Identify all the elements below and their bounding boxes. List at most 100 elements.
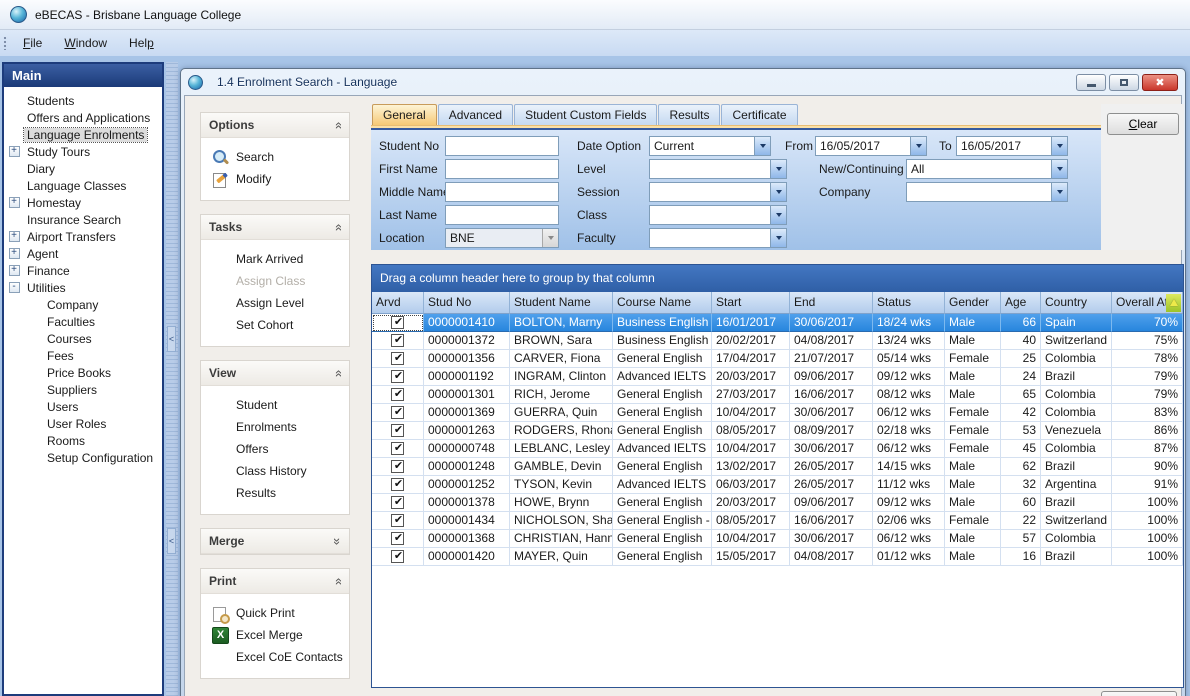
faculty-combo[interactable] xyxy=(649,228,787,248)
table-row[interactable]: 0000001356CARVER, FionaGeneral English17… xyxy=(372,350,1183,368)
menu-help[interactable]: Help xyxy=(118,33,165,53)
sidebar-item-price-books[interactable]: Price Books xyxy=(4,364,162,381)
arrived-checkbox[interactable] xyxy=(391,334,404,347)
table-row[interactable]: 0000001192INGRAM, ClintonAdvanced IELTS2… xyxy=(372,368,1183,386)
maximize-button[interactable] xyxy=(1109,74,1139,91)
sort-ascending-icon[interactable] xyxy=(1166,294,1181,312)
sidebar-item-setup-configuration[interactable]: Setup Configuration xyxy=(4,449,162,466)
nav-group-header-options[interactable]: Options» xyxy=(201,113,349,138)
expand-plus-icon[interactable]: + xyxy=(4,146,24,157)
collapse-minus-icon[interactable]: - xyxy=(4,282,24,293)
arrived-checkbox[interactable] xyxy=(391,424,404,437)
level-combo[interactable] xyxy=(649,159,787,179)
chevron-up-icon[interactable]: » xyxy=(330,121,345,128)
arrived-checkbox[interactable] xyxy=(391,460,404,473)
column-header-end[interactable]: End xyxy=(790,292,873,314)
table-row[interactable]: 0000001252TYSON, KevinAdvanced IELTS06/0… xyxy=(372,476,1183,494)
sidebar-item-offers-and-applications[interactable]: Offers and Applications xyxy=(4,109,162,126)
table-row[interactable]: 0000001420MAYER, QuinGeneral English15/0… xyxy=(372,548,1183,566)
nav-item-excel-merge[interactable]: Excel Merge xyxy=(201,624,349,646)
arrived-checkbox[interactable] xyxy=(391,316,404,329)
group-by-bar[interactable]: Drag a column header here to group by th… xyxy=(372,265,1183,292)
from-date-combo[interactable]: 16/05/2017 xyxy=(815,136,927,156)
expand-plus-icon[interactable]: + xyxy=(4,197,24,208)
sidebar-item-study-tours[interactable]: +Study Tours xyxy=(4,143,162,160)
dropdown-arrow-icon[interactable] xyxy=(1051,183,1067,201)
arrived-checkbox[interactable] xyxy=(391,352,404,365)
sidebar-item-homestay[interactable]: +Homestay xyxy=(4,194,162,211)
table-row[interactable]: 0000001378HOWE, BrynnGeneral English20/0… xyxy=(372,494,1183,512)
dropdown-arrow-icon[interactable] xyxy=(910,137,926,155)
sidebar-item-students[interactable]: Students xyxy=(4,92,162,109)
middle-name-input[interactable] xyxy=(445,182,559,202)
chevron-down-icon[interactable]: » xyxy=(330,537,345,544)
student-no-input[interactable] xyxy=(445,136,559,156)
table-row[interactable]: 0000001410BOLTON, MarnyBusiness English … xyxy=(372,314,1183,332)
column-header-start[interactable]: Start xyxy=(712,292,790,314)
nav-group-header-print[interactable]: Print» xyxy=(201,569,349,594)
dropdown-arrow-icon[interactable] xyxy=(770,160,786,178)
expand-plus-icon[interactable]: + xyxy=(4,248,24,259)
last-name-input[interactable] xyxy=(445,205,559,225)
date-option-combo[interactable]: Current xyxy=(649,136,771,156)
sidebar-item-diary[interactable]: Diary xyxy=(4,160,162,177)
chevron-up-icon[interactable]: » xyxy=(330,223,345,230)
column-header-student-name[interactable]: Student Name xyxy=(510,292,613,314)
arrived-checkbox[interactable] xyxy=(391,550,404,563)
sidebar-item-users[interactable]: Users xyxy=(4,398,162,415)
arrived-checkbox[interactable] xyxy=(391,532,404,545)
dropdown-arrow-icon[interactable] xyxy=(770,229,786,247)
table-row[interactable]: 0000001372BROWN, SaraBusiness English PT… xyxy=(372,332,1183,350)
nav-item-offers[interactable]: Offers xyxy=(201,438,349,460)
nav-item-mark-arrived[interactable]: Mark Arrived xyxy=(201,248,349,270)
table-row[interactable]: 0000001301RICH, JeromeGeneral English27/… xyxy=(372,386,1183,404)
nav-item-enrolments[interactable]: Enrolments xyxy=(201,416,349,438)
sidebar-item-language-classes[interactable]: Language Classes xyxy=(4,177,162,194)
column-header-gender[interactable]: Gender xyxy=(945,292,1001,314)
nav-item-search[interactable]: Search xyxy=(201,146,349,168)
window-titlebar[interactable]: 1.4 Enrolment Search - Language ✖ xyxy=(181,69,1185,95)
nav-group-header-tasks[interactable]: Tasks» xyxy=(201,215,349,240)
sidebar-item-finance[interactable]: +Finance xyxy=(4,262,162,279)
sidebar-item-suppliers[interactable]: Suppliers xyxy=(4,381,162,398)
arrived-checkbox[interactable] xyxy=(391,388,404,401)
dropdown-arrow-icon[interactable] xyxy=(1051,137,1067,155)
tab-certificate[interactable]: Certificate xyxy=(721,104,797,125)
nav-item-excel-coe-contacts[interactable]: Excel CoE Contacts xyxy=(201,646,349,668)
arrived-checkbox[interactable] xyxy=(391,496,404,509)
nav-item-student[interactable]: Student xyxy=(201,394,349,416)
sidebar-item-faculties[interactable]: Faculties xyxy=(4,313,162,330)
nav-item-assign-level[interactable]: Assign Level xyxy=(201,292,349,314)
arrived-checkbox[interactable] xyxy=(391,478,404,491)
expand-plus-icon[interactable]: + xyxy=(4,265,24,276)
sidebar-item-courses[interactable]: Courses xyxy=(4,330,162,347)
column-header-stud-no[interactable]: Stud No xyxy=(424,292,510,314)
dropdown-arrow-icon[interactable] xyxy=(754,137,770,155)
nav-item-class-history[interactable]: Class History xyxy=(201,460,349,482)
column-header-course-name[interactable]: Course Name xyxy=(613,292,712,314)
close-button[interactable]: ✖ xyxy=(1142,74,1178,91)
nav-group-header-view[interactable]: View» xyxy=(201,361,349,386)
tab-advanced[interactable]: Advanced xyxy=(438,104,513,125)
column-header-arvd[interactable]: Arvd xyxy=(372,292,424,314)
footer-clear-button[interactable]: Clear xyxy=(1101,691,1177,696)
dropdown-arrow-icon[interactable] xyxy=(770,183,786,201)
table-row[interactable]: 0000000748LEBLANC, LesleyAdvanced IELTS1… xyxy=(372,440,1183,458)
tab-general[interactable]: General xyxy=(372,104,437,125)
nav-item-quick-print[interactable]: Quick Print xyxy=(201,602,349,624)
chevron-up-icon[interactable]: » xyxy=(330,577,345,584)
nav-item-modify[interactable]: Modify xyxy=(201,168,349,190)
tab-student-custom-fields[interactable]: Student Custom Fields xyxy=(514,104,657,125)
table-row[interactable]: 0000001369GUERRA, QuinGeneral English10/… xyxy=(372,404,1183,422)
dropdown-arrow-icon[interactable] xyxy=(1051,160,1067,178)
session-combo[interactable] xyxy=(649,182,787,202)
sidebar-item-language-enrolments[interactable]: Language Enrolments xyxy=(4,126,162,143)
clear-button[interactable]: Clear xyxy=(1107,113,1179,135)
arrived-checkbox[interactable] xyxy=(391,514,404,527)
sidebar-item-utilities[interactable]: -Utilities xyxy=(4,279,162,296)
sidebar-splitter[interactable]: < < xyxy=(166,62,178,696)
dropdown-arrow-icon[interactable] xyxy=(770,206,786,224)
sidebar-item-company[interactable]: Company xyxy=(4,296,162,313)
chevron-up-icon[interactable]: » xyxy=(330,369,345,376)
sidebar-item-fees[interactable]: Fees xyxy=(4,347,162,364)
